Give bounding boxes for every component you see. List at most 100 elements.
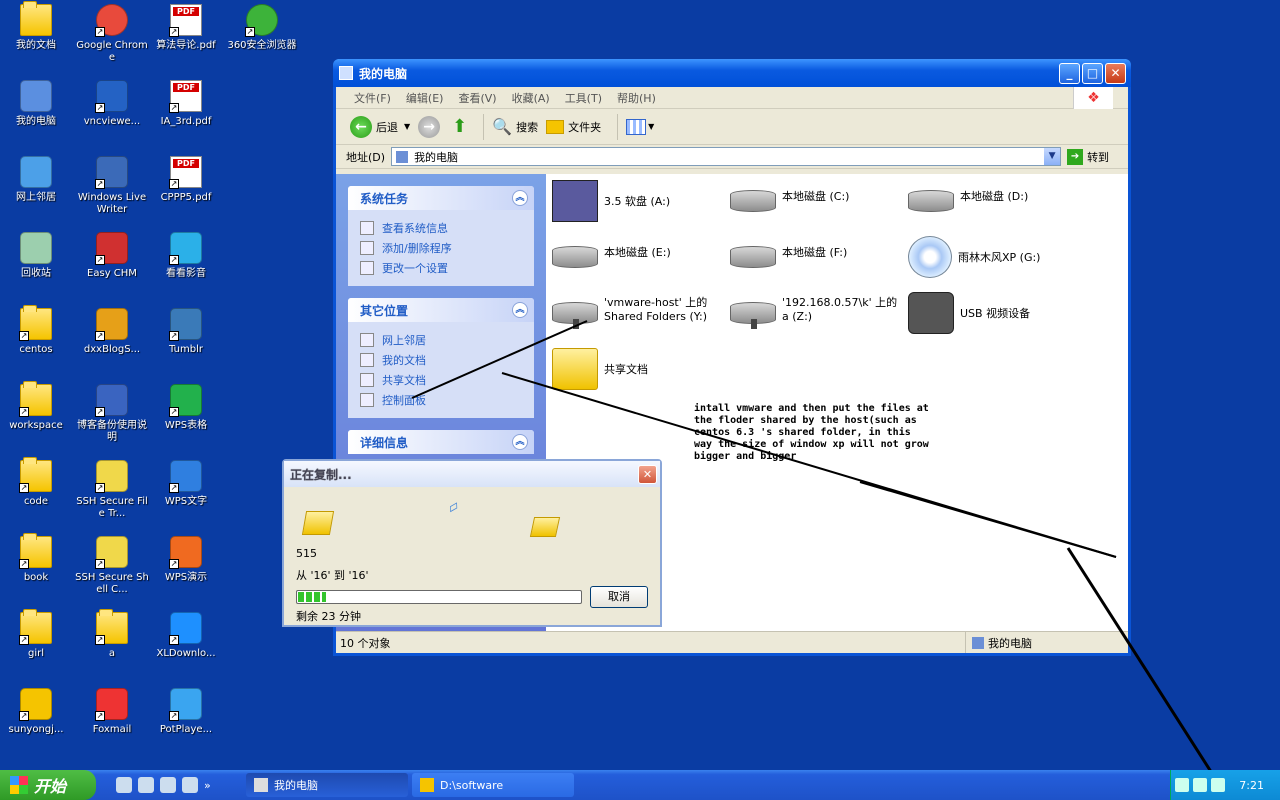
address-input[interactable]: 我的电脑 ▼ — [391, 147, 1062, 166]
up-button[interactable]: ⬆ — [452, 116, 467, 137]
shortcut-arrow-icon: ↗ — [95, 27, 105, 37]
file-item[interactable]: '192.168.0.57\k' 上的 a (Z:) — [730, 292, 902, 329]
explorer-titlebar[interactable]: 我的电脑 _ □ ✕ — [333, 59, 1131, 87]
desktop-icon-player[interactable]: ↗ 看看影音 — [148, 232, 224, 280]
panel-header[interactable]: 详细信息 ︽ — [348, 430, 534, 454]
expand-chevron-icon[interactable]: » — [204, 779, 211, 792]
panel-header[interactable]: 其它位置 ︽ — [348, 298, 534, 322]
cancel-button[interactable]: 取消 — [590, 586, 648, 608]
network-tray-icon[interactable] — [1175, 778, 1190, 792]
panel-header[interactable]: 系统任务 ︽ — [348, 186, 534, 210]
place-control-panel[interactable]: 控制面板 — [360, 390, 524, 410]
collapse-chevron-icon[interactable]: ︽ — [512, 302, 528, 318]
panel-title: 详细信息 — [360, 435, 409, 450]
desktop-icon-tumblr[interactable]: ↗ Tumblr — [148, 308, 224, 356]
shortcut-arrow-icon: ↗ — [169, 103, 179, 113]
collapse-chevron-icon[interactable]: ︽ — [512, 434, 528, 450]
file-item[interactable]: 本地磁盘 (C:) — [730, 180, 849, 212]
desktop-icon-ssh[interactable]: ↗ SSH Secure File Tr... — [74, 460, 150, 520]
file-item[interactable]: USB 视频设备 — [908, 292, 1030, 334]
desktop-icon-help[interactable]: ↗ sunyongj... — [0, 688, 74, 736]
desktop-icon-wps-p[interactable]: ↗ WPS演示 — [148, 536, 224, 584]
chrome-icon[interactable] — [160, 777, 176, 793]
desktop-icon-folder[interactable]: ↗ centos — [0, 305, 74, 356]
menu-edit[interactable]: 编辑(E) — [406, 90, 444, 106]
desktop-icon-chm[interactable]: ↗ Easy CHM — [74, 232, 150, 280]
copy-dialog-titlebar[interactable]: 正在复制... ✕ — [284, 461, 660, 487]
up-folder-icon: ⬆ — [452, 116, 468, 137]
desktop-icon-folder[interactable]: ↗ girl — [0, 609, 74, 660]
desktop-icon-pdf[interactable]: ↗ 算法导论.pdf — [148, 4, 224, 52]
chevron-down-icon[interactable]: ▼ — [1044, 148, 1061, 165]
close-icon[interactable]: ✕ — [638, 464, 657, 484]
desktop-icon-pdf[interactable]: ↗ IA_3rd.pdf — [148, 80, 224, 128]
ie-icon[interactable] — [116, 777, 132, 793]
desktop-icon-vnc[interactable]: ↗ vncviewe... — [74, 80, 150, 128]
security-tray-icon[interactable] — [1193, 778, 1208, 792]
desktop-icon-chrome[interactable]: ↗ Google Chrome — [74, 4, 150, 64]
close-button[interactable]: ✕ — [1105, 62, 1126, 84]
desktop-icon-ssh[interactable]: ↗ SSH Secure Shell C... — [74, 536, 150, 596]
desktop-icon-label: 我的电脑 — [16, 116, 56, 127]
desktop-icon-wps-s[interactable]: ↗ WPS表格 — [148, 384, 224, 432]
place-shared-documents[interactable]: 共享文档 — [360, 370, 524, 390]
desktop-icon-wps-w[interactable]: ↗ WPS文字 — [148, 460, 224, 508]
task-change-setting[interactable]: 更改一个设置 — [360, 258, 524, 278]
folders-button[interactable]: 文件夹 — [546, 119, 601, 135]
task-d-software[interactable]: D:\software — [412, 773, 574, 797]
file-item[interactable]: 本地磁盘 (E:) — [552, 236, 671, 268]
maximize-button[interactable]: □ — [1082, 62, 1103, 84]
shortcut-arrow-icon: ↗ — [19, 711, 29, 721]
desktop-icon-network[interactable]: 网上邻居 — [0, 156, 74, 204]
file-item[interactable]: 本地磁盘 (D:) — [908, 180, 1028, 212]
collapse-chevron-icon[interactable]: ︽ — [512, 190, 528, 206]
desktop-icon-computer[interactable]: 我的电脑 — [0, 80, 74, 128]
start-button[interactable]: 开始 — [0, 770, 96, 800]
desktop-icon-doc[interactable]: ↗ 博客备份使用说明 — [74, 384, 150, 444]
file-item[interactable]: 3.5 软盘 (A:) — [552, 180, 670, 222]
go-button[interactable]: ➔ 转到 — [1067, 148, 1109, 165]
place-my-documents[interactable]: 我的文档 — [360, 350, 524, 370]
file-item[interactable]: 'vmware-host' 上的 Shared Folders (Y:) — [552, 292, 724, 329]
desktop-icon-folder[interactable]: ↗ code — [0, 457, 74, 508]
back-button[interactable]: ← 后退 ▼ — [350, 115, 410, 138]
folder-icon: ↗ — [95, 609, 128, 645]
desktop-icon-writer[interactable]: ↗ Windows Live Writer — [74, 156, 150, 216]
vmware-tray-icon[interactable] — [1211, 778, 1226, 792]
minimize-button[interactable]: _ — [1059, 62, 1080, 84]
vnc-icon[interactable] — [138, 777, 154, 793]
views-button[interactable]: ▼ — [626, 118, 654, 135]
file-item[interactable]: 雨林木风XP (G:) — [908, 236, 1040, 278]
search-button[interactable]: 🔍 搜索 — [492, 117, 538, 136]
desktop-icon-recycle[interactable]: 回收站 — [0, 232, 74, 280]
desktop-icon-folder[interactable]: ↗ a — [74, 609, 150, 660]
file-item[interactable]: 共享文档 — [552, 348, 648, 390]
task-view-system-info[interactable]: 查看系统信息 — [360, 218, 524, 238]
place-network[interactable]: 网上邻居 — [360, 330, 524, 350]
floppy-icon — [552, 180, 598, 222]
file-item[interactable]: 本地磁盘 (F:) — [730, 236, 847, 268]
writer-icon[interactable] — [182, 777, 198, 793]
desktop-icon-pot[interactable]: ↗ PotPlaye... — [148, 688, 224, 736]
shortcut-arrow-icon: ↗ — [95, 103, 105, 113]
desktop-icon-folder[interactable]: ↗ workspace — [0, 381, 74, 432]
desktop-icon-blog[interactable]: ↗ dxxBlogS... — [74, 308, 150, 356]
desktop-icon-label: Tumblr — [169, 344, 203, 355]
desktop-icon-folder[interactable]: 我的文档 — [0, 1, 74, 52]
task-add-remove-programs[interactable]: 添加/删除程序 — [360, 238, 524, 258]
menu-help[interactable]: 帮助(H) — [617, 90, 656, 106]
task-my-computer[interactable]: 我的电脑 — [246, 773, 408, 797]
menu-file[interactable]: 文件(F) — [354, 90, 391, 106]
menu-tools[interactable]: 工具(T) — [565, 90, 602, 106]
forward-button[interactable]: → — [418, 115, 444, 138]
desktop-icon-foxmail[interactable]: ↗ Foxmail — [74, 688, 150, 736]
menu-view[interactable]: 查看(V) — [458, 90, 496, 106]
desktop-icon-pdf[interactable]: ↗ CPPP5.pdf — [148, 156, 224, 204]
shortcut-arrow-icon: ↗ — [19, 635, 29, 645]
copy-filename: 515 — [296, 547, 317, 560]
chevron-down-icon[interactable]: ▼ — [404, 122, 410, 131]
desktop-icon-xl[interactable]: ↗ XLDownlo... — [148, 612, 224, 660]
desktop-icon-folder[interactable]: ↗ book — [0, 533, 74, 584]
desktop-icon-360[interactable]: ↗ 360安全浏览器 — [224, 4, 300, 52]
menu-favorites[interactable]: 收藏(A) — [512, 90, 550, 106]
